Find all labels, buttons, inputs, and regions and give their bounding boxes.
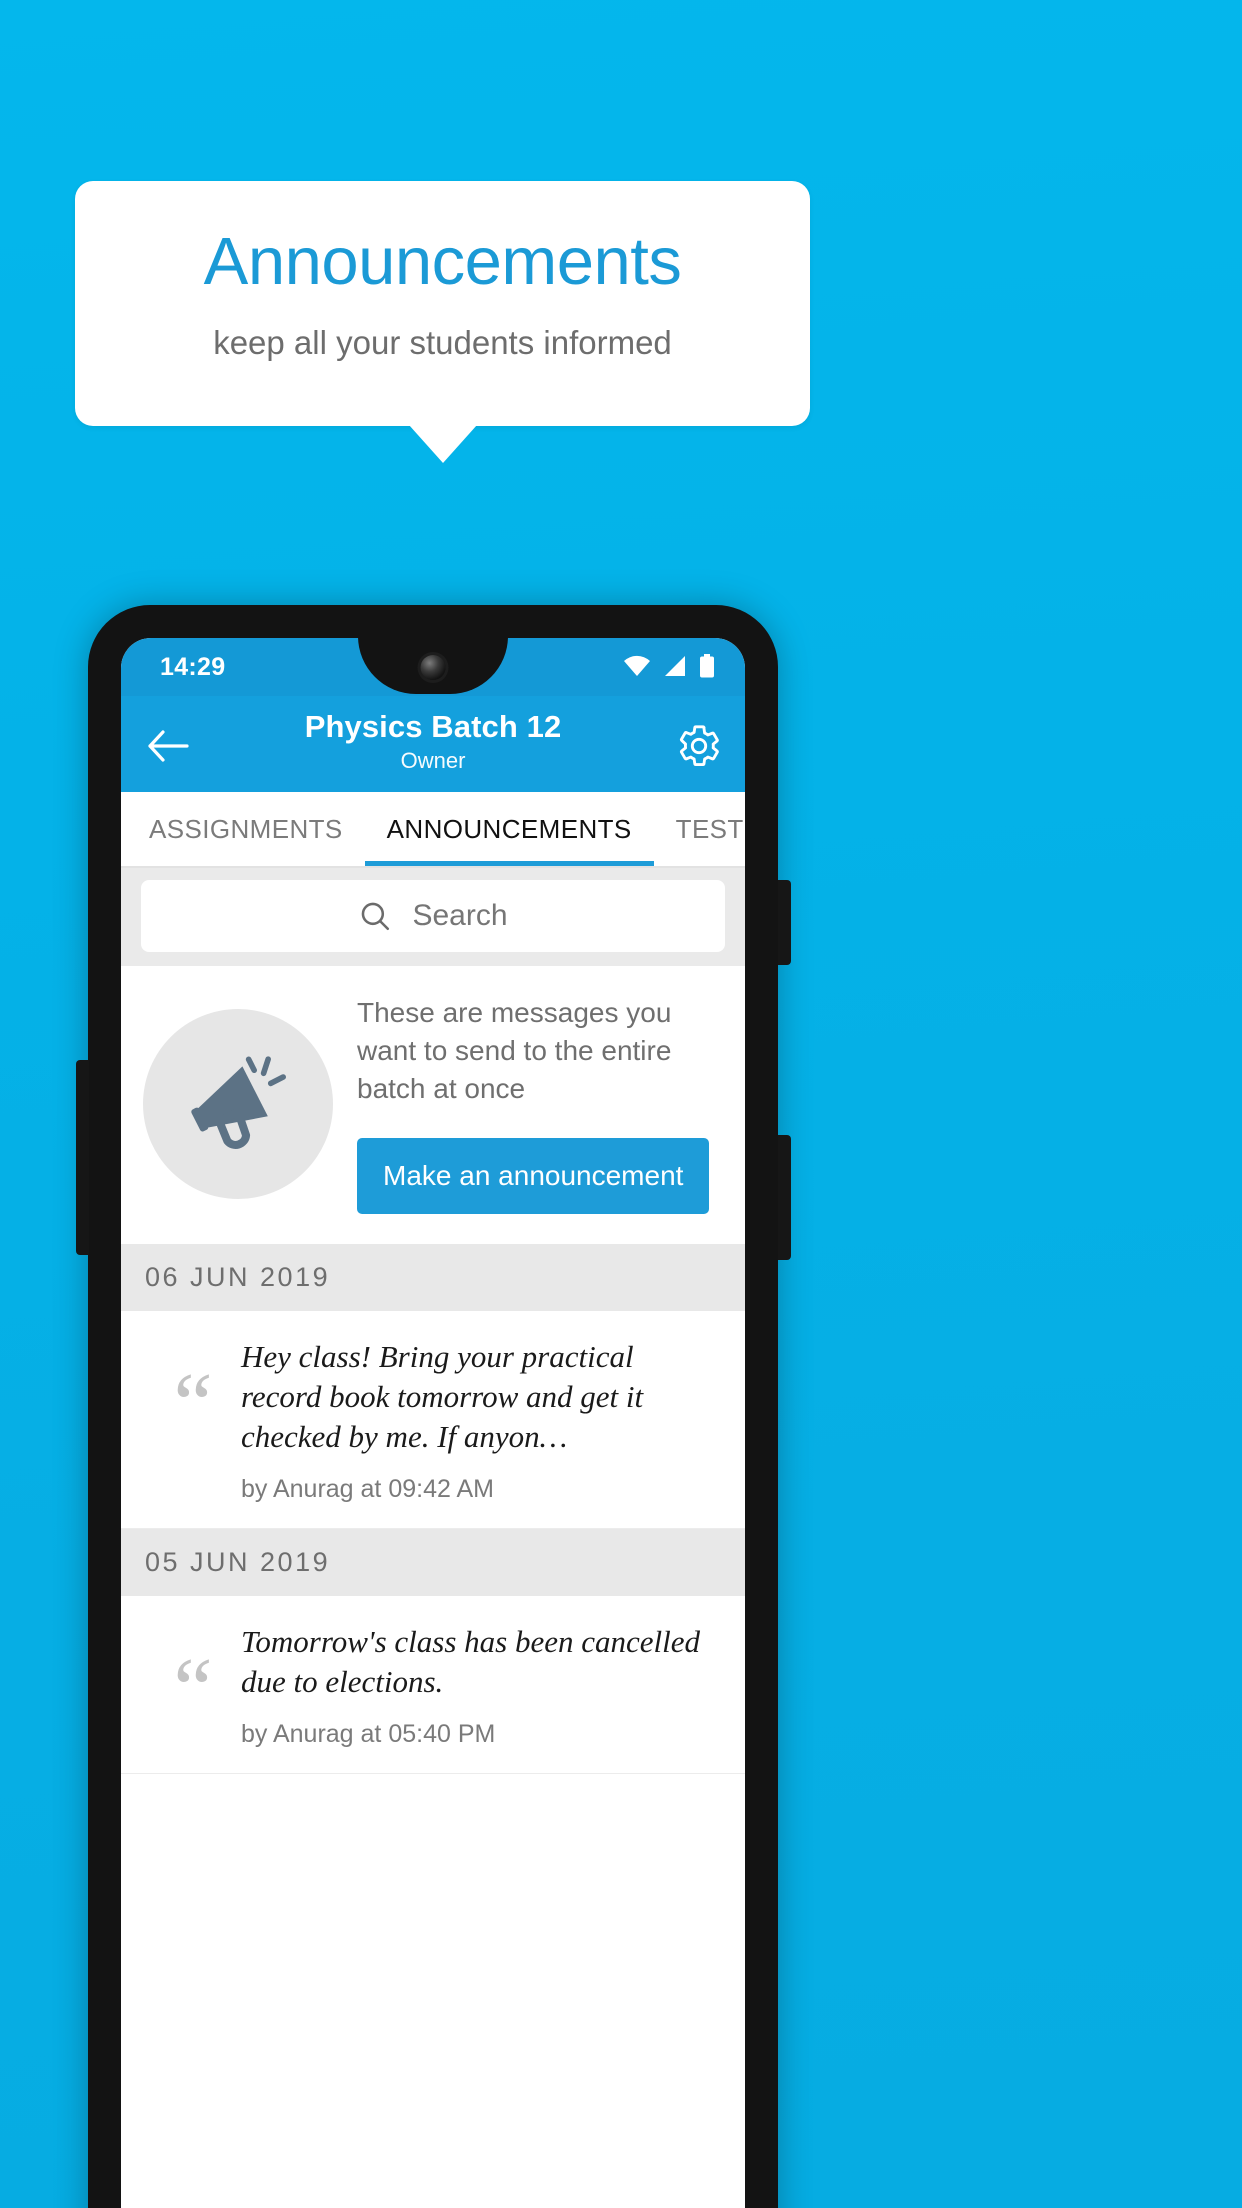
settings-button[interactable] <box>671 718 727 774</box>
megaphone-icon <box>191 1056 286 1149</box>
phone-power-button <box>778 880 791 965</box>
phone-screen: 14:29 Physics Batch 12 Owner ASSIGNMENTS… <box>121 638 745 2208</box>
status-bar: 14:29 <box>121 638 745 696</box>
tab-bar[interactable]: ASSIGNMENTS ANNOUNCEMENTS TESTS ’ <box>121 792 745 868</box>
date-header: 05 JUN 2019 <box>121 1529 745 1596</box>
front-camera-icon <box>420 655 446 680</box>
app-bar-titles: Physics Batch 12 Owner <box>121 708 745 776</box>
search-icon <box>362 902 390 931</box>
promo-screenshot: Announcements keep all your students inf… <box>0 0 1242 2208</box>
search-input[interactable]: Search <box>141 880 725 952</box>
quote-icon: “ <box>173 1356 213 1453</box>
date-header: 06 JUN 2019 <box>121 1244 745 1311</box>
battery-icon <box>699 654 715 683</box>
announcement-item[interactable]: “ Hey class! Bring your practical record… <box>121 1311 745 1529</box>
announcement-meta: by Anurag at 05:40 PM <box>241 1720 496 1748</box>
status-time: 14:29 <box>160 653 226 681</box>
page-subtitle: Owner <box>400 748 466 773</box>
announcement-body: Tomorrow's class has been cancelled due … <box>241 1622 721 1749</box>
search-placeholder: Search <box>412 899 508 932</box>
promo-callout-card: Announcements keep all your students inf… <box>75 181 810 426</box>
page-title: Physics Batch 12 <box>304 709 562 744</box>
tab-tests[interactable]: TESTS <box>654 792 745 866</box>
promo-content: These are messages you want to send to t… <box>333 994 723 1214</box>
megaphone-badge <box>143 1009 333 1199</box>
promo-description: These are messages you want to send to t… <box>357 997 672 1104</box>
wifi-icon <box>623 655 651 682</box>
promo-callout-tail <box>409 425 477 463</box>
announcement-text: Tomorrow's class has been cancelled due … <box>241 1624 700 1699</box>
announcement-text: Hey class! Bring your practical record b… <box>241 1339 644 1454</box>
tab-announcements[interactable]: ANNOUNCEMENTS <box>364 792 654 866</box>
announcement-meta: by Anurag at 09:42 AM <box>241 1475 494 1503</box>
tab-assignments[interactable]: ASSIGNMENTS <box>121 792 365 866</box>
announcement-promo-card: These are messages you want to send to t… <box>121 966 745 1244</box>
promo-title: Announcements <box>203 224 682 299</box>
gear-icon <box>679 725 719 767</box>
app-bar: Physics Batch 12 Owner <box>121 696 745 792</box>
announcement-item[interactable]: “ Tomorrow's class has been cancelled du… <box>121 1596 745 1774</box>
promo-subtitle: keep all your students informed <box>213 324 672 361</box>
signal-icon <box>663 655 687 682</box>
quote-icon: “ <box>173 1641 213 1738</box>
search-section: Search <box>121 868 745 966</box>
announcement-body: Hey class! Bring your practical record b… <box>241 1337 721 1504</box>
status-icon-group <box>623 654 715 683</box>
phone-side-button <box>76 1060 89 1255</box>
make-announcement-button[interactable]: Make an announcement <box>357 1138 710 1214</box>
phone-volume-button <box>778 1135 791 1260</box>
